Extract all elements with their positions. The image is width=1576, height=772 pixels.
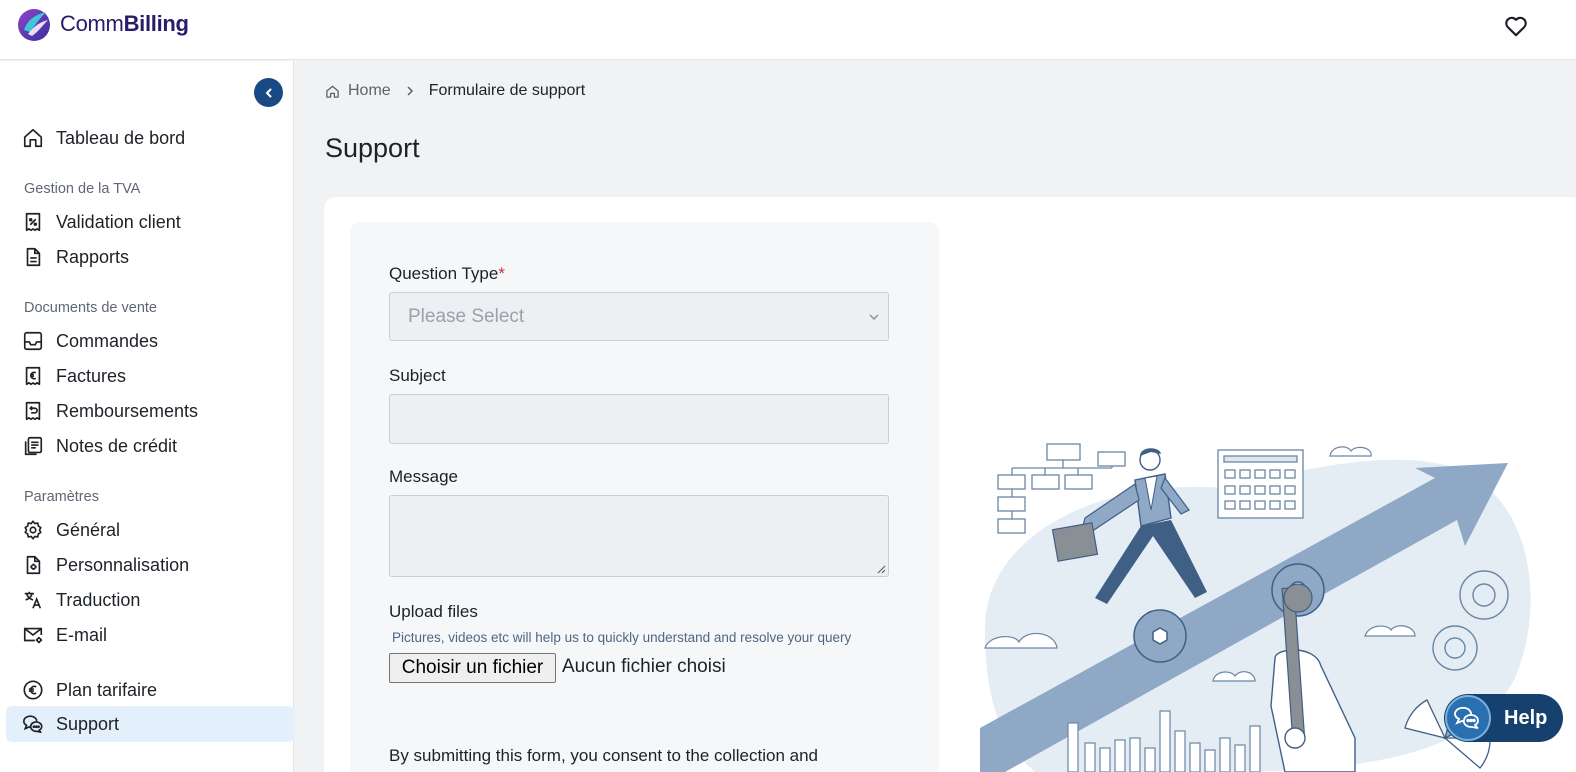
heart-icon[interactable] xyxy=(1503,13,1529,39)
breadcrumb-current: Formulaire de support xyxy=(428,82,586,99)
page-title: Support xyxy=(325,133,420,163)
question-type-select[interactable]: Please Select xyxy=(389,292,889,341)
credit-notes-icon xyxy=(24,436,43,456)
subject-label: Subject xyxy=(389,366,446,385)
chevron-right-icon xyxy=(407,86,413,96)
sidebar-item-reports[interactable]: Rapports xyxy=(6,239,294,275)
sidebar-item-customization[interactable]: Personnalisation xyxy=(6,547,294,583)
upload-hint: Pictures, videos etc will help us to qui… xyxy=(392,630,852,645)
logo[interactable]: CommBilling xyxy=(16,6,189,42)
resize-grip-icon[interactable] xyxy=(876,564,886,574)
sidebar-item-email[interactable]: E-mail xyxy=(6,617,294,653)
help-bubble xyxy=(1445,695,1491,741)
document-icon xyxy=(26,247,41,267)
sidebar-item-client-validation[interactable]: Validation client xyxy=(6,204,294,240)
choose-file-button[interactable]: Choisir un fichier xyxy=(389,653,556,683)
gear-icon xyxy=(24,520,42,540)
commbilling-logo-icon xyxy=(18,9,50,41)
message-textarea[interactable] xyxy=(389,495,889,577)
upload-files-label: Upload files xyxy=(389,602,478,621)
top-bar: CommBilling xyxy=(0,0,1576,60)
mail-gear-icon xyxy=(23,627,43,644)
receipt-percent-icon xyxy=(25,212,41,232)
sidebar-item-translation[interactable]: Traduction xyxy=(6,582,294,618)
euro-receipt-icon xyxy=(25,366,41,386)
section-title-sales-docs: Documents de vente xyxy=(24,300,157,316)
chevron-left-icon xyxy=(265,88,271,97)
question-type-label: Question Type* xyxy=(389,264,505,283)
required-marker: * xyxy=(498,264,505,283)
refund-receipt-icon xyxy=(25,401,41,421)
breadcrumb-home-link[interactable]: Home xyxy=(348,82,391,100)
chat-bubbles-icon xyxy=(23,715,43,734)
question-type-placeholder: Please Select xyxy=(408,305,525,327)
subject-input[interactable] xyxy=(389,394,889,444)
euro-circle-icon xyxy=(23,680,43,700)
sidebar-item-orders[interactable]: Commandes xyxy=(6,323,294,359)
help-button[interactable]: Help xyxy=(1444,694,1563,742)
sidebar-item-dashboard[interactable]: Tableau de bord xyxy=(6,120,294,156)
consent-text: By submitting this form, you consent to … xyxy=(389,746,819,765)
sidebar-collapse-button[interactable] xyxy=(254,78,283,107)
sidebar-item-pricing-plan[interactable]: Plan tarifaire xyxy=(6,672,294,708)
section-title-vat: Gestion de la TVA xyxy=(24,181,141,197)
sidebar-item-support[interactable]: Support xyxy=(6,706,294,742)
breadcrumb: Home Formulaire de support xyxy=(325,80,585,102)
file-status: Aucun fichier choisi xyxy=(562,656,726,677)
sidebar-item-invoices[interactable]: Factures xyxy=(6,358,294,394)
document-gear-icon xyxy=(26,555,41,575)
sidebar-item-general[interactable]: Général xyxy=(6,512,294,548)
section-title-settings: Paramètres xyxy=(24,489,99,505)
sidebar-item-refunds[interactable]: Remboursements xyxy=(6,393,294,429)
chat-bubbles-icon xyxy=(1454,706,1479,729)
chevron-down-icon xyxy=(869,314,879,321)
home-icon xyxy=(23,128,43,148)
help-label: Help xyxy=(1504,706,1548,729)
sidebar-item-credit-notes[interactable]: Notes de crédit xyxy=(6,428,294,464)
message-label: Message xyxy=(389,467,458,486)
inbox-icon xyxy=(23,331,43,351)
translate-icon xyxy=(24,591,42,609)
home-icon[interactable] xyxy=(325,84,340,99)
